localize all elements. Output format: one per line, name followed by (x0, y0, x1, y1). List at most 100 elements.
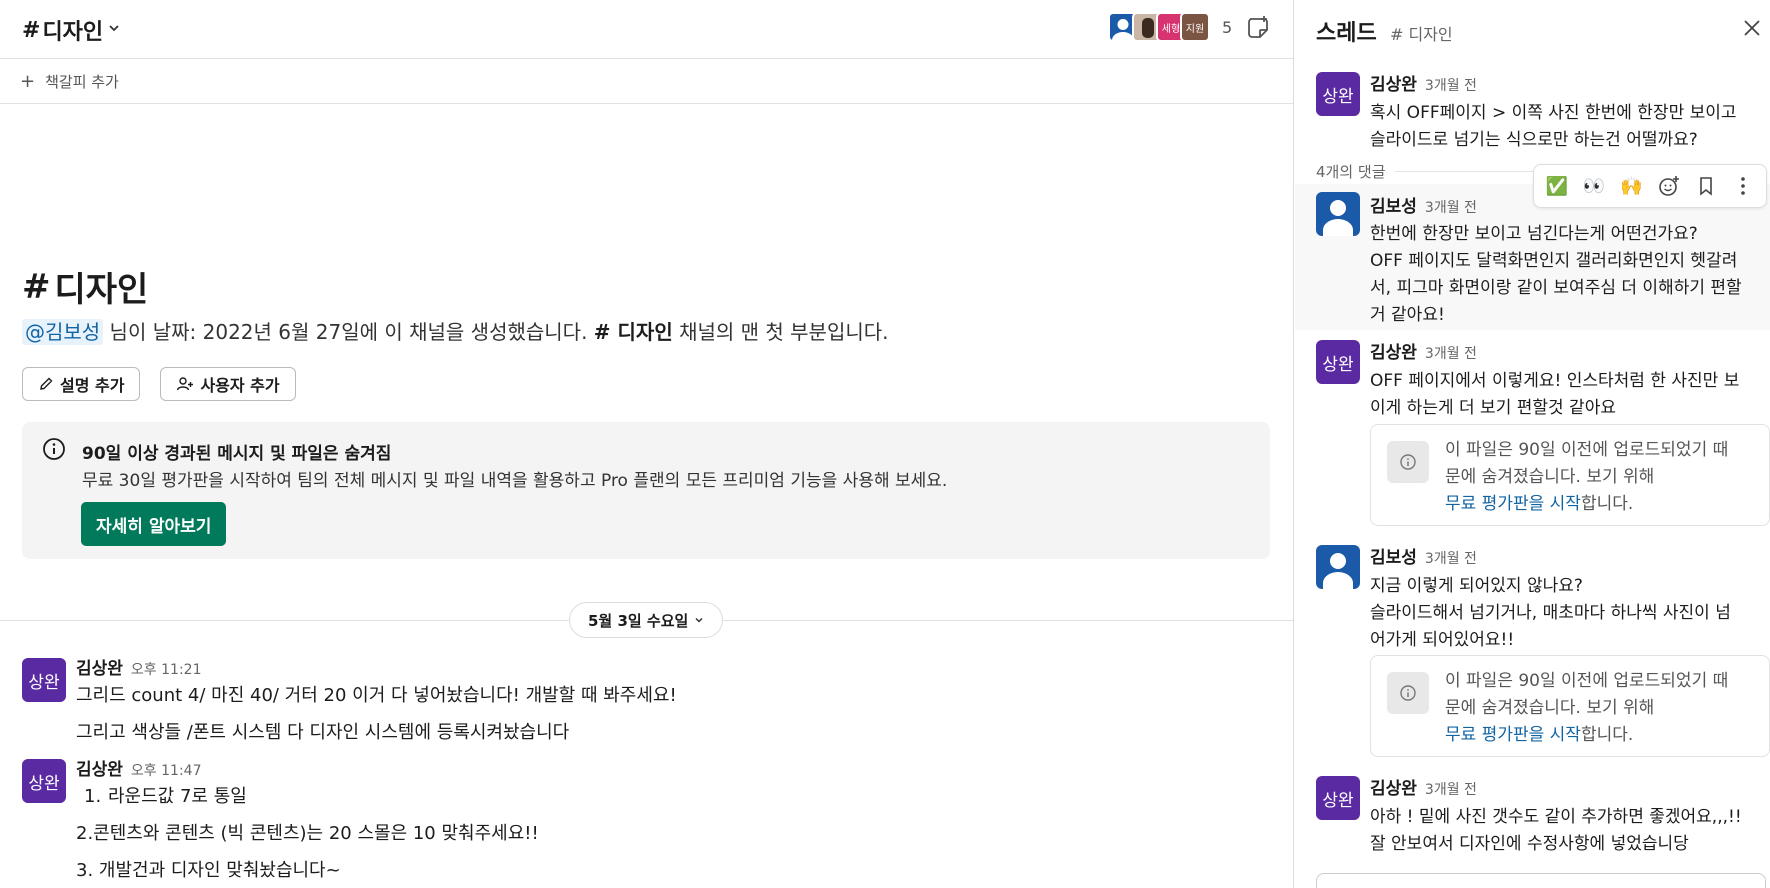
message-header: 김상완 3개월 전 (1370, 338, 1477, 363)
channel-view: # 디자인 세형 지원 5 + 책갈피 추가 # 디자인 @김보성 님이 날짜:… (0, 0, 1294, 888)
message-text: OFF 페이지에서 이렇게요! 인스타처럼 한 사진만 보 (1370, 371, 1740, 391)
message-header: 김상완 3개월 전 (1370, 774, 1477, 799)
check-reaction-button[interactable]: ✅ (1542, 171, 1572, 201)
message-actions-toolbar: ✅ 👀 🙌 (1533, 164, 1767, 208)
channel-intro-title: # 디자인 (22, 262, 148, 311)
hash-icon: # (22, 266, 51, 307)
sender-name[interactable]: 김상완 (76, 760, 123, 780)
hidden-history-notice: 90일 이상 경과된 메시지 및 파일은 숨겨짐 무료 30일 평가판을 시작하… (22, 422, 1270, 559)
avatar[interactable]: 상완 (1316, 72, 1360, 116)
info-icon (1387, 441, 1429, 483)
hidden-file-cta: 무료 평가판을 시작합니다. (1445, 720, 1633, 745)
message-text: 이게 하는게 더 보기 편할것 같아요 (1370, 398, 1616, 418)
thread-channel-link[interactable]: # 디자인 (1390, 21, 1453, 45)
message-time[interactable]: 3개월 전 (1425, 78, 1477, 94)
member-avatars-button[interactable]: 세형 지원 5 (1108, 12, 1232, 42)
message-text: 서, 피그마 화면이랑 같이 보여주심 더 이해하기 편할 (1370, 278, 1742, 298)
list-item: 1. 라운드값 7로 통일 (76, 782, 247, 808)
add-user-button[interactable]: 사용자 추가 (160, 367, 296, 401)
close-icon[interactable] (1740, 16, 1764, 40)
more-actions-icon[interactable] (1728, 171, 1758, 201)
message-time[interactable]: 3개월 전 (1425, 782, 1477, 798)
list-number: 1. (84, 786, 102, 807)
canvas-icon[interactable] (1244, 14, 1272, 42)
message-text: OFF 페이지도 달력화면인지 갤러리화면인지 헷갈려 (1370, 251, 1738, 271)
add-bookmark-button[interactable]: + 책갈피 추가 (0, 59, 1293, 104)
channel-name: 디자인 (42, 20, 104, 45)
add-reaction-icon[interactable] (1654, 171, 1684, 201)
channel-title-button[interactable]: # 디자인 (22, 14, 120, 46)
message-header: 김상완 오후 11:21 (76, 654, 201, 679)
hash-icon: # (22, 17, 41, 43)
member-count: 5 (1222, 17, 1233, 37)
message-text: 한번에 한장만 보이고 넘긴다는게 어떤건가요? (1370, 224, 1698, 244)
sender-name[interactable]: 김상완 (1370, 75, 1417, 95)
avatar[interactable]: 상완 (22, 759, 66, 803)
hidden-file-text: 문에 숨겨졌습니다. 보기 위해 (1445, 698, 1655, 718)
message-text: 아하 ! 밑에 사진 갯수도 같이 추가하면 좋겠어요,,,!! (1370, 807, 1742, 827)
message-time[interactable]: 오후 11:21 (131, 662, 202, 678)
start-trial-link[interactable]: 무료 평가판을 시작 (1445, 494, 1581, 514)
intro-channel-name: 디자인 (54, 270, 149, 310)
avatar[interactable]: 상완 (1316, 340, 1360, 384)
thread-title: 스레드 (1316, 21, 1377, 46)
chevron-down-icon (695, 617, 703, 623)
add-description-label: 설명 추가 (60, 376, 125, 395)
sender-name[interactable]: 김상완 (76, 659, 123, 679)
message-text: 슬라이드해서 넘기거나, 매초마다 하나씩 사진이 넘 (1370, 603, 1731, 623)
sender-name[interactable]: 김보성 (1370, 548, 1417, 568)
date-jump-button[interactable]: 5월 3일 수요일 (569, 602, 724, 638)
message-time[interactable]: 오후 11:47 (131, 763, 202, 779)
message-text: 슬라이드로 넘기는 식으로만 하는건 어떨까요? (1370, 130, 1698, 150)
notice-title: 90일 이상 경과된 메시지 및 파일은 숨겨짐 (82, 444, 392, 464)
info-icon (42, 437, 66, 461)
pencil-icon (40, 377, 53, 390)
intro-actions: 설명 추가 사용자 추가 (22, 367, 296, 401)
channel-intro-description: @김보성 님이 날짜: 2022년 6월 27일에 이 채널을 생성했습니다. … (22, 316, 889, 345)
sender-name[interactable]: 김보성 (1370, 197, 1417, 217)
date-label: 5월 3일 수요일 (588, 611, 689, 630)
message[interactable]: 상완 김상완 오후 11:21 그리드 count 4/ 마진 40/ 거터 20… (22, 658, 1272, 743)
thread-panel: 스레드 # 디자인 상완 김상완 3개월 전 혹시 OFF페이지 > 이쪽 사진 … (1295, 0, 1770, 888)
reply-composer[interactable] (1316, 873, 1766, 888)
app-window: # 디자인 세형 지원 5 + 책갈피 추가 # 디자인 @김보성 님이 날짜:… (0, 0, 1770, 888)
message-time[interactable]: 3개월 전 (1425, 200, 1477, 216)
hidden-file-suffix: 합니다. (1580, 494, 1634, 514)
reply-count: 4개의 댓글 (1316, 163, 1386, 181)
hidden-file-text: 이 파일은 90일 이전에 업로드되었기 때 (1445, 671, 1729, 691)
message-text: 2.콘텐츠와 콘텐츠 (빅 콘텐츠)는 20 스몰은 10 맞춰주세요!! (76, 823, 539, 844)
eyes-reaction-button[interactable]: 👀 (1579, 171, 1609, 201)
add-description-button[interactable]: 설명 추가 (22, 367, 141, 401)
message-time[interactable]: 3개월 전 (1425, 551, 1477, 567)
hidden-file-card: 이 파일은 90일 이전에 업로드되었기 때 문에 숨겨졌습니다. 보기 위해 … (1370, 424, 1770, 526)
message-text: 지금 이렇게 되어있지 않나요? (1370, 576, 1583, 596)
hidden-file-card: 이 파일은 90일 이전에 업로드되었기 때 문에 숨겨졌습니다. 보기 위해 … (1370, 655, 1770, 757)
start-trial-link[interactable]: 무료 평가판을 시작 (1445, 725, 1581, 745)
plus-icon: + (20, 70, 36, 92)
message-header: 김보성 3개월 전 (1370, 543, 1477, 568)
sender-name[interactable]: 김상완 (1370, 343, 1417, 363)
message-text: 잘 안보여서 디자인에 수정사항에 넣었습니당 (1370, 834, 1689, 854)
sender-name[interactable]: 김상완 (1370, 779, 1417, 799)
avatar[interactable]: 상완 (22, 658, 66, 702)
message-header: 김상완 오후 11:47 (76, 755, 201, 780)
hidden-file-cta: 무료 평가판을 시작합니다. (1445, 489, 1633, 514)
avatar[interactable] (1316, 192, 1360, 236)
user-mention[interactable]: @김보성 (22, 319, 104, 345)
bookmark-icon[interactable] (1691, 171, 1721, 201)
avatar[interactable]: 상완 (1316, 776, 1360, 820)
thread-parent-message[interactable]: 상완 김상완 3개월 전 혹시 OFF페이지 > 이쪽 사진 한번에 한장만 보이… (1295, 70, 1770, 150)
intro-text: 님이 날짜: 2022년 6월 27일에 이 채널을 생성했습니다. (103, 320, 594, 344)
avatar[interactable] (1316, 545, 1360, 589)
thread-reply[interactable]: 상완 김상완 3개월 전 OFF 페이지에서 이렇게요! 인스타처럼 한 사진만 … (1295, 338, 1770, 528)
message[interactable]: 상완 김상완 오후 11:47 1. 라운드값 7로 통일 2.콘텐츠와 콘텐츠 (… (22, 759, 1272, 887)
message-text: 라운드값 7로 통일 (108, 786, 247, 807)
add-user-icon (177, 377, 194, 391)
add-bookmark-label: 책갈피 추가 (45, 72, 119, 91)
thread-reply[interactable]: 상완 김상완 3개월 전 아하 ! 밑에 사진 갯수도 같이 추가하면 좋겠어요,… (1295, 774, 1770, 854)
thread-reply[interactable]: 김보성 3개월 전 지금 이렇게 되어있지 않나요? 슬라이드해서 넘기거나, 매… (1295, 543, 1770, 758)
message-text: 거 같아요! (1370, 305, 1445, 325)
learn-more-button[interactable]: 자세히 알아보기 (81, 502, 227, 546)
message-time[interactable]: 3개월 전 (1425, 346, 1477, 362)
raised-hands-reaction-button[interactable]: 🙌 (1616, 171, 1646, 201)
